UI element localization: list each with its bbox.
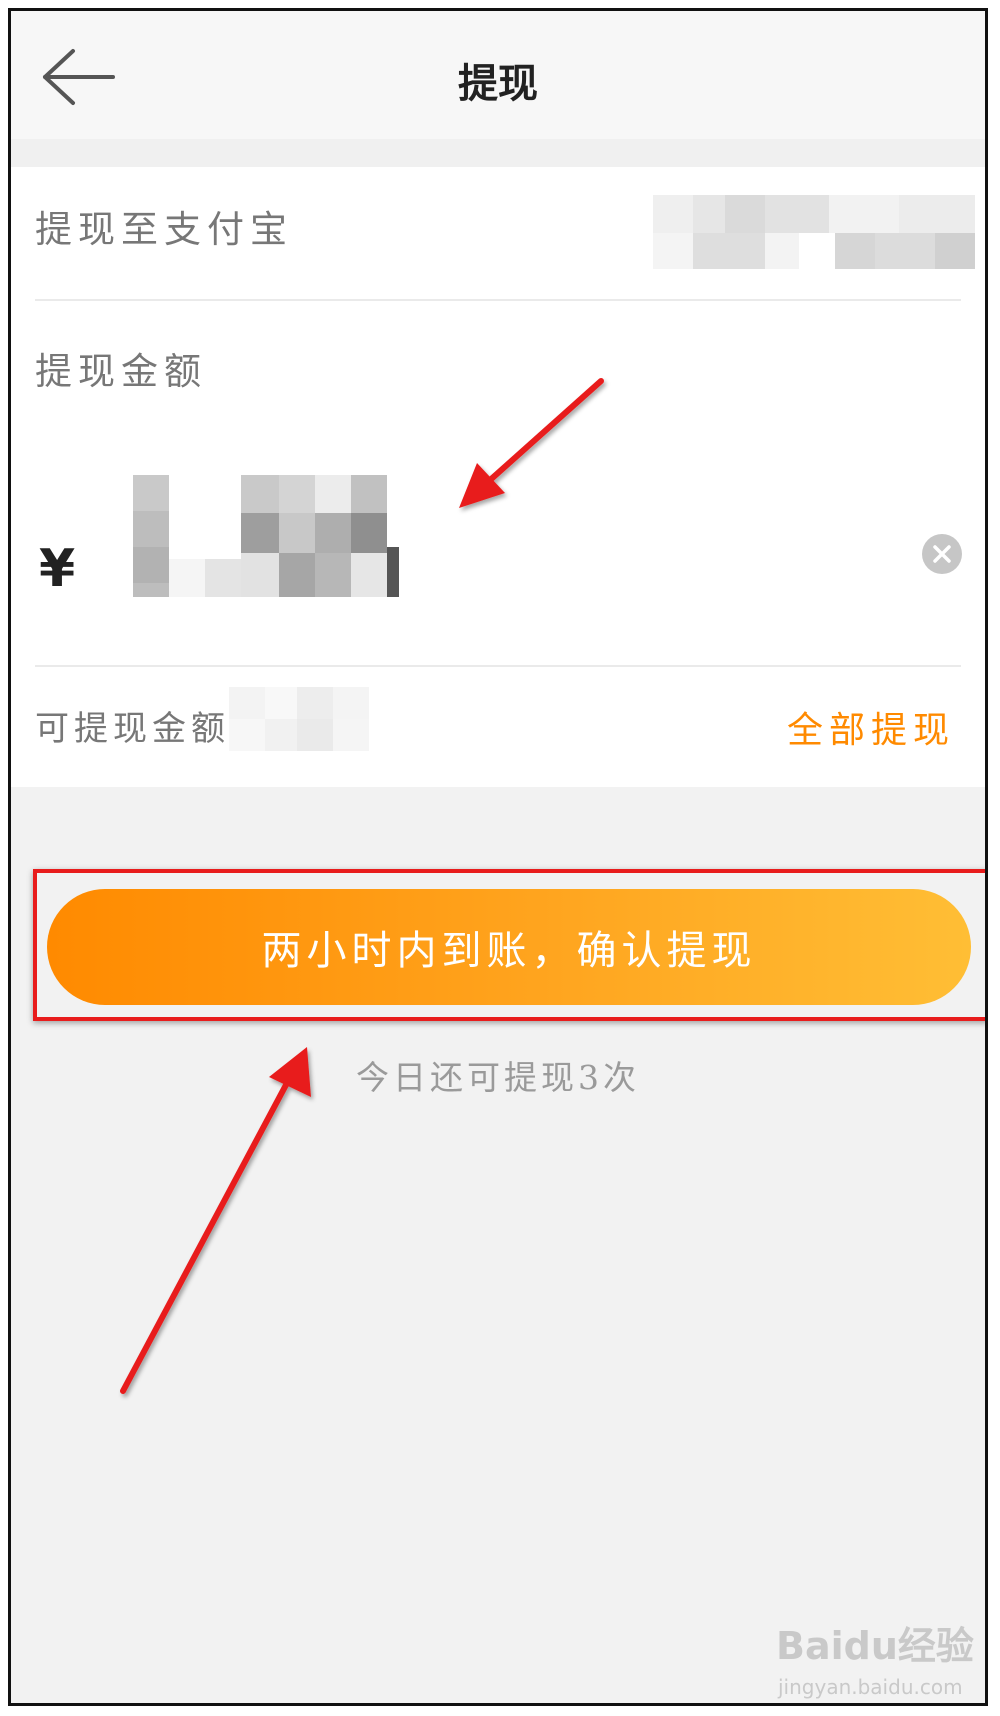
- watermark-url: jingyan.baidu.com: [778, 1675, 963, 1699]
- annotation-arrows: [120, 378, 604, 1394]
- watermark-brand: Baidu经验: [776, 1624, 974, 1668]
- app-screen: 提现 提现至支付宝 提现金额 ¥ 可提现金额 全部提现 两小时内到账，确认提现 …: [8, 8, 988, 1706]
- baidu-watermark: Baidu经验 jingyan.baidu.com: [776, 1615, 976, 1703]
- arrow-to-confirm: [120, 1047, 311, 1394]
- arrow-to-amount: [459, 378, 604, 508]
